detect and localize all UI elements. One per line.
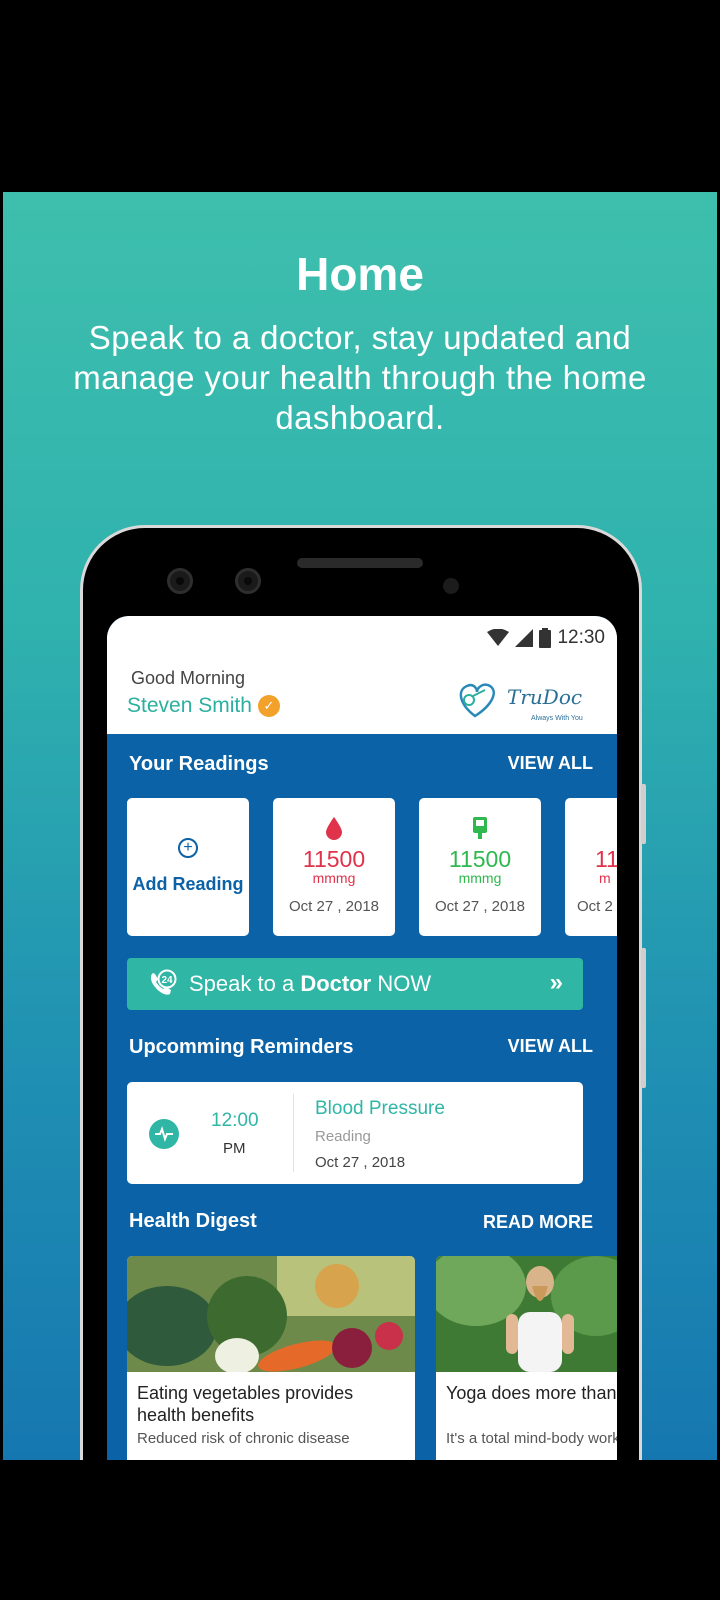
reminder-ampm: PM (223, 1140, 246, 1157)
speak-badge: 24 (161, 975, 173, 986)
front-camera-icon (167, 568, 193, 594)
reminder-title: Blood Pressure (315, 1098, 445, 1119)
reminders-title: Upcomming Reminders (129, 1036, 354, 1058)
readings-view-all-link[interactable]: VIEW ALL (508, 753, 593, 774)
digest-item-snippet: It's a total mind-body workout (446, 1430, 617, 1447)
front-camera-icon (235, 568, 261, 594)
speak-label: Speak to a Doctor NOW (189, 971, 432, 996)
add-reading-label: Add Reading (132, 874, 244, 894)
reading-date: Oct 27 , 2018 (288, 898, 380, 915)
digest-item-snippet: Reduced risk of chronic disease (137, 1430, 350, 1447)
reading-card[interactable]: 11 m Oct 2 (565, 798, 617, 936)
digest-item-title: Yoga does more than burn calories (446, 1383, 617, 1403)
reminder-date: Oct 27 , 2018 (315, 1154, 406, 1171)
user-name[interactable]: Steven Smith ✓ (127, 694, 280, 718)
logo-text: TruDoc (507, 685, 582, 709)
readings-title: Your Readings (129, 753, 269, 775)
app-screen: 12:30 Good Morning Steven Smith ✓ TruDoc… (107, 616, 617, 1460)
signal-icon (515, 629, 534, 647)
phone-24-icon: 24 (150, 969, 177, 995)
reading-unit: mmmg (458, 870, 502, 886)
promo-subtitle: Speak to a doctor, stay updated and mana… (73, 319, 647, 436)
vegetables-image (127, 1256, 415, 1372)
reading-unit: mmmg (312, 870, 356, 886)
reminder-card[interactable]: 12:00 PM Blood Pressure Reading Oct 27 ,… (127, 1082, 583, 1184)
trudoc-logo: TruDoc Always With You (459, 683, 583, 722)
reading-value: 11 (595, 846, 617, 872)
reading-card[interactable]: 11500 mmmg Oct 27 , 2018 (273, 798, 395, 936)
volume-button (641, 948, 646, 1088)
status-time: 12:30 (557, 627, 605, 648)
add-reading-card[interactable]: + Add Reading (127, 798, 249, 936)
blood-drop-icon (326, 817, 342, 840)
digest-card[interactable]: Yoga does more than burn calories It's a… (436, 1256, 617, 1460)
read-more-link[interactable]: READ MORE (483, 1212, 593, 1233)
promo-banner: Home Speak to a doctor, stay updated and… (3, 192, 717, 1460)
add-icon: + (178, 838, 198, 858)
yoga-image (436, 1256, 617, 1372)
reading-value: 11500 (302, 846, 366, 872)
earpiece-speaker (297, 558, 423, 568)
proximity-sensor (443, 578, 459, 594)
heartbeat-icon (149, 1119, 179, 1149)
power-button (641, 784, 646, 844)
battery-icon (539, 628, 552, 648)
speak-to-doctor-button[interactable]: 24 Speak to a Doctor NOW » (127, 958, 583, 1010)
reminder-type: Reading (315, 1128, 371, 1145)
reading-date: Oct 27 , 2018 (434, 898, 526, 915)
double-chevron-right-icon: » (549, 969, 563, 996)
user-name-label: Steven Smith (127, 694, 252, 717)
reading-date: Oct 2 (577, 898, 613, 915)
reminder-time: 12:00 (211, 1110, 259, 1131)
verified-badge-icon: ✓ (257, 695, 280, 717)
status-bar: 12:30 (487, 626, 605, 650)
reading-unit: m (599, 870, 611, 886)
wifi-icon (487, 629, 510, 646)
promo-title: Home (296, 248, 424, 300)
digest-item-title: Eating vegetables provides health benefi… (137, 1383, 354, 1425)
digest-title: Health Digest (129, 1210, 257, 1232)
reading-value: 11500 (448, 846, 512, 872)
reminders-view-all-link[interactable]: VIEW ALL (508, 1036, 593, 1057)
divider (293, 1094, 294, 1172)
greeting-text: Good Morning (131, 668, 246, 688)
digest-card[interactable]: Eating vegetables provides health benefi… (127, 1256, 415, 1460)
phone-mockup: 12:30 Good Morning Steven Smith ✓ TruDoc… (83, 528, 646, 1460)
glucometer-icon (473, 817, 487, 839)
app-header: 12:30 Good Morning Steven Smith ✓ TruDoc… (107, 616, 617, 734)
logo-tagline: Always With You (531, 715, 583, 722)
reading-card[interactable]: 11500 mmmg Oct 27 , 2018 (419, 798, 541, 936)
